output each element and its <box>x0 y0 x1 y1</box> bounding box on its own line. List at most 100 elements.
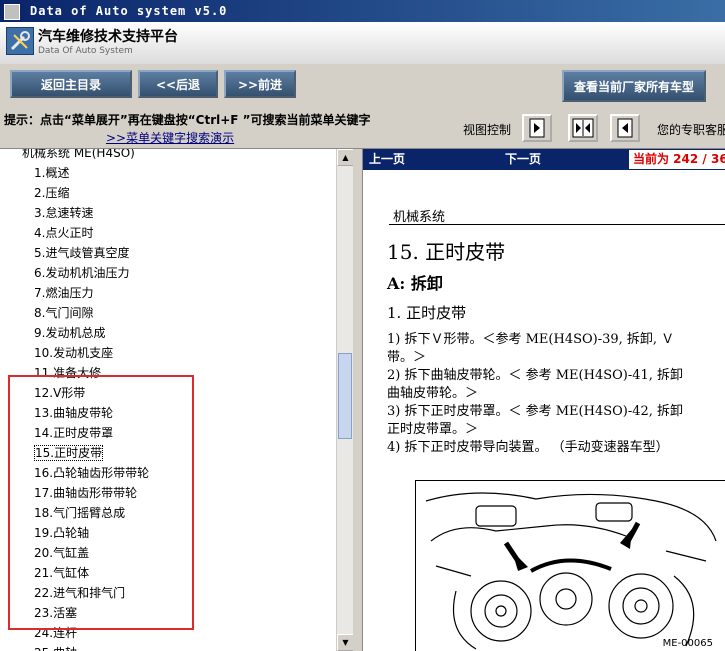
expand-left-icon <box>617 118 633 138</box>
tree-item[interactable]: 24.连杆 <box>34 623 77 643</box>
tree-item-label: 12.V形带 <box>34 386 86 400</box>
tree-item-label: 13.曲轴皮带轮 <box>34 406 114 420</box>
tree-item[interactable]: 5.进气歧管真空度 <box>34 243 129 263</box>
tree-item-label: 18.气门摇臂总成 <box>34 506 126 520</box>
tree-item[interactable]: 22.进气和排气门 <box>34 583 125 603</box>
back-button[interactable]: <<后退 <box>138 70 218 98</box>
app-icon <box>4 4 20 20</box>
tree-item[interactable]: 15.正时皮带 <box>34 443 104 463</box>
wrench-logo-icon <box>6 27 34 55</box>
scroll-down-icon[interactable]: ▼ <box>337 634 353 651</box>
tree-item[interactable]: 12.V形带 <box>34 383 85 403</box>
search-demo-link[interactable]: >>菜单关键字搜索演示 <box>106 129 234 146</box>
tree-root-label[interactable]: 机械系统 ME(H4SO) <box>22 149 135 161</box>
tree-item[interactable]: 14.正时皮带罩 <box>34 423 113 443</box>
tree-item-label: 2.压缩 <box>34 186 70 200</box>
tree-item[interactable]: 11.准备大修 <box>34 363 101 383</box>
welcome-text: 您的专职客服 <box>657 123 725 137</box>
tree-item-label: 19.凸轮轴 <box>34 526 90 540</box>
tree-item[interactable]: 9.发动机总成 <box>34 323 105 343</box>
tree-item-label: 6.发动机机油压力 <box>34 266 130 280</box>
tree-item-label: 11.准备大修 <box>34 366 102 380</box>
tree-item[interactable]: 23.活塞 <box>34 603 77 623</box>
tree-item[interactable]: 18.气门摇臂总成 <box>34 503 125 523</box>
tree-item[interactable]: 21.气缸体 <box>34 563 89 583</box>
expand-right-icon <box>529 118 545 138</box>
doc-section-label: 机械系统 <box>393 210 446 225</box>
doc-line: 2) 拆下曲轴皮带轮。＜ 参考 ME(H4SO)-41, 拆卸 <box>387 368 684 383</box>
tree-item[interactable]: 8.气门间隙 <box>34 303 93 323</box>
doc-heading-1: 15. 正时皮带 <box>387 240 506 264</box>
doc-line: 带。＞ <box>387 350 427 365</box>
tree-item-label: 23.活塞 <box>34 606 78 620</box>
tree-item-label: 3.怠速转速 <box>34 206 94 220</box>
home-button[interactable]: 返回主目录 <box>10 70 132 98</box>
view-control-label: 视图控制 <box>463 123 512 137</box>
tree-item[interactable]: 10.发动机支座 <box>34 343 113 363</box>
tree-item[interactable]: 20.气缸盖 <box>34 543 89 563</box>
tree-item[interactable]: 1.概述 <box>34 163 69 183</box>
expand-right-button[interactable] <box>522 114 552 142</box>
tree-item-label: 10.发动机支座 <box>34 346 114 360</box>
tree-item[interactable]: 2.压缩 <box>34 183 69 203</box>
menu-scrollbar[interactable]: ▲ ▼ <box>336 149 353 651</box>
scroll-thumb[interactable] <box>338 353 352 439</box>
tree-item[interactable]: 6.发动机机油压力 <box>34 263 129 283</box>
tree-item[interactable]: 7.燃油压力 <box>34 283 93 303</box>
scroll-up-icon[interactable]: ▲ <box>337 149 353 166</box>
menu-tree-pane: 机械系统 ME(H4SO) 1.概述 2.压缩 3.怠速转速 4.点火正时 5.进气歧管… <box>0 149 354 651</box>
tree-item[interactable]: 16.凸轮轴齿形带带轮 <box>34 463 149 483</box>
tree-item-label: 22.进气和排气门 <box>34 586 126 600</box>
document-page: 机械系统 15. 正时皮带 A: 拆卸 1. 正时皮带 1) 拆下Ｖ形带。＜参考… <box>363 170 725 651</box>
tree-item[interactable]: 19.凸轮轴 <box>34 523 89 543</box>
tree-item-label: 5.进气歧管真空度 <box>34 246 130 260</box>
split-view-icon <box>572 118 594 138</box>
doc-heading-2: A: 拆卸 <box>387 274 443 293</box>
tree-item-label: 15.正时皮带 <box>34 445 104 461</box>
tree-item[interactable]: 25.曲轴 <box>34 643 77 651</box>
doc-heading-3: 1. 正时皮带 <box>387 304 467 322</box>
tree-item[interactable]: 13.曲轴皮带轮 <box>34 403 113 423</box>
app-header: 汽车维修技术支持平台 Data Of Auto System <box>0 22 725 65</box>
tree-item-label: 9.发动机总成 <box>34 326 106 340</box>
tree-item[interactable]: 3.怠速转速 <box>34 203 93 223</box>
app-title: 汽车维修技术支持平台 <box>38 29 178 45</box>
timing-belt-diagram: ME-00065 <box>415 480 725 651</box>
app-subtitle: Data Of Auto System <box>38 46 133 56</box>
engine-illustration-icon <box>425 492 717 650</box>
window-title: Data of Auto system v5.0 <box>30 4 228 18</box>
tree-item-label: 20.气缸盖 <box>34 546 90 560</box>
tree-item-label: 25.曲轴 <box>34 646 77 651</box>
doc-divider <box>389 224 725 225</box>
page-indicator: 当前为 242 / 36 <box>629 150 725 169</box>
hint-bar: 提示：点击“菜单展开”再在键盘按“Ctrl+F ”可搜索当前菜单关键字 >>菜单… <box>0 108 725 149</box>
doc-line: 3) 拆下正时皮带罩。＜ 参考 ME(H4SO)-42, 拆卸 <box>387 404 684 419</box>
tree-item-label: 17.曲轴齿形带带轮 <box>34 486 138 500</box>
prev-page-link[interactable]: 上一页 <box>369 149 405 170</box>
doc-line: 曲轴皮带轮。＞ <box>387 386 479 401</box>
tree-item-label: 24.连杆 <box>34 626 78 640</box>
all-models-button[interactable]: 查看当前厂家所有车型 <box>562 70 706 102</box>
document-viewer: 上一页 下一页 当前为 242 / 36 机械系统 15. 正时皮带 A: 拆卸… <box>362 149 725 651</box>
split-view-button[interactable] <box>568 114 598 142</box>
pane-splitter[interactable] <box>353 149 362 651</box>
doc-line: 1) 拆下Ｖ形带。＜参考 ME(H4SO)-39, 拆卸, Ｖ <box>387 332 675 347</box>
doc-line: 4) 拆下正时皮带导向装置。 （手动变速器车型） <box>387 440 669 455</box>
tree-item-label: 1.概述 <box>34 166 70 180</box>
forward-button[interactable]: >>前进 <box>224 70 296 98</box>
next-page-link[interactable]: 下一页 <box>505 149 541 170</box>
tree-item-label: 8.气门间隙 <box>34 306 94 320</box>
search-hint-text: 提示：点击“菜单展开”再在键盘按“Ctrl+F ”可搜索当前菜单关键字 <box>4 113 371 127</box>
tree-item-label: 16.凸轮轴齿形带带轮 <box>34 466 150 480</box>
tree-item-label: 4.点火正时 <box>34 226 94 240</box>
tree-item-label: 7.燃油压力 <box>34 286 94 300</box>
title-bar: Data of Auto system v5.0 <box>0 0 725 22</box>
viewer-nav-bar: 上一页 下一页 当前为 242 / 36 <box>363 149 725 170</box>
tree-item[interactable]: 17.曲轴齿形带带轮 <box>34 483 137 503</box>
doc-line: 正时皮带罩。＞ <box>387 422 479 437</box>
expand-left-button[interactable] <box>610 114 640 142</box>
tree-item[interactable]: 4.点火正时 <box>34 223 93 243</box>
tree-item-label: 21.气缸体 <box>34 566 90 580</box>
main-toolbar: 返回主目录 <<后退 >>前进 查看当前厂家所有车型 <box>0 64 725 108</box>
figure-label: ME-00065 <box>662 638 713 649</box>
